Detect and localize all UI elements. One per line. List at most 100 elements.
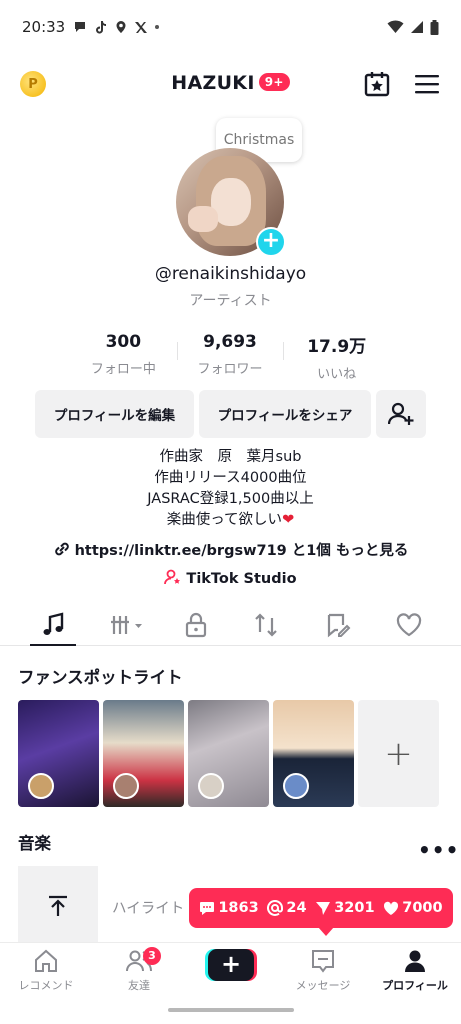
fan-spotlight: + [18, 700, 443, 808]
bio-line: JASRAC登録1,500曲以上 [147, 491, 314, 507]
profile-bio: 作曲家 原 葉月sub 作曲リリース4000曲位 JASRAC登録1,500曲以… [0, 447, 461, 531]
nav-profile[interactable]: プロフィール [375, 949, 455, 993]
nav-friends[interactable]: 友達 3 [99, 947, 179, 993]
stat-followers-label: フォロワー [197, 362, 263, 377]
bio-line: 楽曲使って欲しい❤ [0, 510, 461, 531]
profile-actions: プロフィールを編集 プロフィールをシェア [35, 390, 426, 438]
profile-link-text: https://linktr.ee/brgsw719 と1個 もっと見る [74, 543, 409, 559]
comments-value: 1863 [218, 900, 259, 916]
music-tab-icon[interactable] [40, 612, 68, 638]
mentions-value: 24 [286, 900, 307, 916]
repost-tab-icon[interactable] [252, 612, 280, 638]
bottom-nav: レコメンド 友達 3 + メッセージ プロフィール [0, 942, 461, 1000]
at-icon [267, 900, 284, 916]
edit-profile-button[interactable]: プロフィールを編集 [35, 390, 194, 438]
spotlight-video[interactable] [103, 700, 184, 807]
studio-icon [164, 569, 181, 585]
nav-inbox-label: メッセージ [295, 979, 351, 992]
tiktok-studio-link[interactable]: TikTok Studio [0, 569, 461, 587]
stat-following[interactable]: 300 フォロー中 [70, 332, 177, 378]
more-notifications-icon [155, 25, 160, 29]
account-switcher[interactable]: HAZUKI 9+ [0, 72, 461, 94]
stat-followers[interactable]: 9,693 フォロワー [176, 332, 284, 378]
nav-home-label: レコメンド [18, 979, 74, 992]
videos-grid-tab-icon[interactable] [111, 612, 145, 638]
studio-label: TikTok Studio [186, 571, 297, 587]
nav-profile-label: プロフィール [382, 979, 448, 992]
stat-likes[interactable]: 17.9万 いいね [283, 332, 390, 382]
saved-tab-icon[interactable] [324, 612, 352, 638]
fan-avatar [198, 773, 224, 799]
activity-popup[interactable]: 1863 24 3201 7000 [189, 888, 453, 928]
home-indicator[interactable] [168, 1008, 294, 1012]
spotlight-video[interactable] [273, 700, 354, 807]
music-title: 音楽 [18, 834, 51, 853]
profile-stats: 300 フォロー中 9,693 フォロワー 17.9万 いいね [70, 332, 390, 382]
top-nav: P HAZUKI 9+ [0, 64, 461, 104]
comment-icon [200, 901, 215, 915]
profile-handle: @renaikinshidayo [154, 264, 307, 284]
likes-count: 7000 [383, 900, 443, 916]
nav-inbox[interactable]: メッセージ [283, 949, 363, 993]
fan-avatar [113, 773, 139, 799]
shares-value: 3201 [334, 900, 375, 916]
profile-link[interactable]: https://linktr.ee/brgsw719 と1個 もっと見る [0, 539, 461, 560]
active-tab-indicator [30, 644, 76, 646]
stat-following-label: フォロー中 [90, 362, 156, 377]
shares-count: 3201 [315, 900, 375, 916]
spotlight-title: ファンスポットライト [18, 668, 183, 687]
highlight-label: ハイライト [112, 901, 185, 917]
status-time: 20:33 [22, 18, 66, 36]
activity-popup-pointer [318, 927, 334, 936]
heart-icon [384, 901, 399, 915]
signal-icon [411, 21, 423, 33]
chat-notification-icon [75, 22, 86, 32]
bio-line-text: 楽曲使って欲しい [166, 512, 283, 528]
liked-tab-icon[interactable] [395, 612, 423, 638]
bio-line: 作曲家 原 葉月sub [159, 449, 302, 465]
spotlight-video[interactable] [188, 700, 269, 807]
comments-count: 1863 [199, 900, 259, 916]
add-spotlight-button[interactable]: + [358, 700, 439, 807]
stat-divider [176, 342, 178, 360]
share-profile-button[interactable]: プロフィールをシェア [199, 390, 371, 438]
wifi-icon [387, 20, 404, 33]
create-button[interactable]: + [208, 949, 254, 981]
content-tabs [0, 604, 461, 646]
link-icon [54, 542, 69, 556]
add-friend-button[interactable] [376, 390, 426, 438]
friends-badge: 3 [143, 947, 161, 965]
add-person-icon [388, 402, 414, 425]
lock-tab-icon[interactable] [182, 612, 210, 638]
mentions-count: 24 [267, 900, 307, 916]
notification-badge: 9+ [258, 73, 290, 91]
music-more-button[interactable]: ••• [418, 838, 459, 862]
calendar-star-icon[interactable] [363, 70, 391, 98]
stat-following-value: 300 [105, 332, 142, 352]
pin-music-button[interactable] [18, 866, 98, 946]
nav-friends-label: 友達 [128, 979, 150, 992]
send-icon [316, 901, 331, 915]
account-username: HAZUKI [171, 72, 255, 94]
stat-followers-value: 9,693 [203, 332, 257, 352]
tiktok-notification-icon [96, 21, 107, 34]
status-bar: 20:33 [0, 0, 461, 54]
stat-likes-label: いいね [317, 367, 357, 382]
profile-icon [405, 950, 425, 972]
menu-icon[interactable] [414, 74, 440, 94]
add-story-button[interactable]: + [256, 227, 286, 257]
location-notification-icon [116, 21, 126, 33]
battery-icon [430, 19, 439, 35]
fan-avatar [283, 773, 309, 799]
nav-home[interactable]: レコメンド [6, 949, 86, 993]
x-notification-icon [135, 21, 148, 33]
heart-emoji: ❤ [282, 512, 295, 528]
profile-category: アーティスト [189, 293, 272, 309]
avatar-hand [188, 206, 218, 232]
bio-line: 作曲リリース4000曲位 [154, 470, 307, 486]
fan-avatar [28, 773, 54, 799]
home-icon [35, 949, 57, 972]
inbox-icon [312, 950, 334, 973]
spotlight-video[interactable] [18, 700, 99, 807]
likes-value: 7000 [402, 900, 443, 916]
